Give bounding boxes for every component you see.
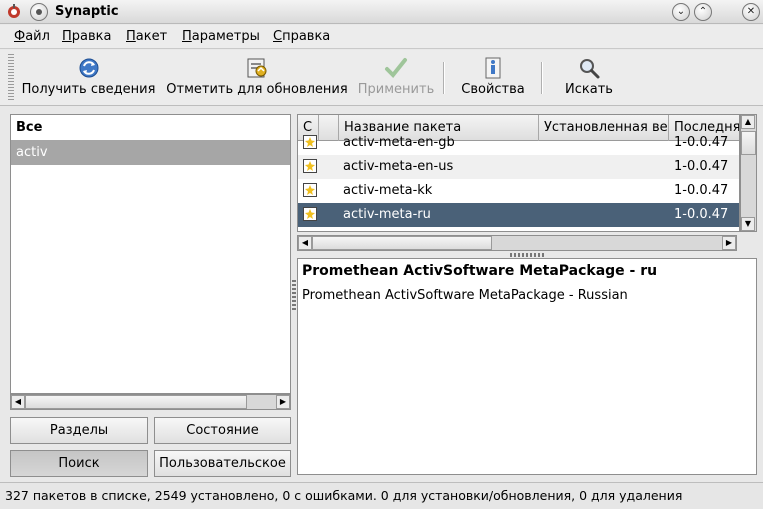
package-description-panel: Promethean ActivSoftware MetaPackage - r… bbox=[297, 258, 757, 475]
reload-button[interactable]: Получить сведения bbox=[20, 54, 157, 102]
scroll-right-arrow-icon[interactable]: ▶ bbox=[276, 395, 290, 409]
package-description-text: Promethean ActivSoftware MetaPackage - R… bbox=[302, 288, 628, 303]
close-button[interactable]: ✕ bbox=[742, 3, 760, 21]
scroll-up-arrow-icon[interactable]: ▲ bbox=[741, 115, 755, 129]
apply-button[interactable]: Применить bbox=[357, 54, 435, 102]
scroll-down-arrow-icon[interactable]: ▼ bbox=[741, 217, 755, 231]
menu-bar: Файл Правка Пакет Параметры Справка bbox=[0, 25, 763, 49]
search-button[interactable]: Искать bbox=[557, 54, 621, 102]
chevron-up-icon: ⌃ bbox=[698, 6, 708, 17]
properties-button[interactable]: Свойства bbox=[455, 54, 531, 102]
filter-list[interactable]: Все activ bbox=[10, 114, 291, 394]
package-table-horizontal-scrollbar[interactable]: ◀ ▶ bbox=[297, 235, 737, 251]
package-status-icon bbox=[303, 135, 317, 149]
package-status-icon bbox=[303, 207, 317, 221]
filter-list-horizontal-scrollbar[interactable]: ◀ ▶ bbox=[10, 394, 291, 410]
scroll-left-arrow-icon[interactable]: ◀ bbox=[298, 236, 312, 250]
table-row[interactable]: activ-meta-en-us 1-0.0.47 bbox=[298, 155, 739, 179]
toolbar: Получить сведения Отметить для обновлени… bbox=[0, 50, 763, 106]
package-description-title: Promethean ActivSoftware MetaPackage - r… bbox=[302, 263, 658, 279]
scrollbar-thumb[interactable] bbox=[312, 236, 492, 250]
window-menu-button[interactable] bbox=[30, 3, 48, 21]
menu-file[interactable]: Файл bbox=[14, 29, 50, 44]
status-text: 327 пакетов в списке, 2549 установлено, … bbox=[5, 488, 683, 503]
checkmark-icon bbox=[385, 58, 407, 78]
scroll-right-arrow-icon[interactable]: ▶ bbox=[722, 236, 736, 250]
status-button[interactable]: Состояние bbox=[154, 417, 291, 444]
properties-icon bbox=[485, 57, 501, 79]
window-title: Synaptic bbox=[55, 4, 119, 19]
refresh-icon bbox=[79, 58, 98, 78]
table-row[interactable]: activ-meta-ru 1-0.0.47 bbox=[298, 203, 739, 227]
menu-help[interactable]: Справка bbox=[273, 29, 330, 44]
mark-upgrades-button[interactable]: Отметить для обновления bbox=[164, 54, 350, 102]
close-icon: ✕ bbox=[746, 6, 756, 17]
scrollbar-thumb[interactable] bbox=[741, 131, 756, 155]
toolbar-grip[interactable] bbox=[8, 54, 14, 102]
package-status-icon bbox=[303, 183, 317, 197]
search-view-button[interactable]: Поиск bbox=[10, 450, 148, 477]
table-row[interactable]: activ-meta-kk 1-0.0.47 bbox=[298, 179, 739, 203]
magnifier-icon bbox=[580, 59, 600, 79]
filter-item-all[interactable]: Все bbox=[11, 115, 290, 140]
pane-splitter-grip[interactable] bbox=[292, 280, 296, 310]
scroll-left-arrow-icon[interactable]: ◀ bbox=[11, 395, 25, 409]
toolbar-separator bbox=[541, 62, 543, 94]
menu-settings[interactable]: Параметры bbox=[182, 29, 260, 44]
title-bar: Synaptic ⌄ ⌃ ✕ bbox=[0, 0, 763, 24]
menu-package[interactable]: Пакет bbox=[126, 29, 167, 44]
mark-upgrades-icon bbox=[247, 58, 267, 78]
minimize-button[interactable]: ⌄ bbox=[672, 3, 690, 21]
filter-item-activ[interactable]: activ bbox=[11, 140, 290, 165]
maximize-button[interactable]: ⌃ bbox=[694, 3, 712, 21]
scrollbar-thumb[interactable] bbox=[25, 395, 247, 409]
package-status-icon bbox=[303, 159, 317, 173]
status-bar: 327 пакетов в списке, 2549 установлено, … bbox=[0, 482, 763, 509]
menu-edit[interactable]: Правка bbox=[62, 29, 111, 44]
synaptic-app-icon bbox=[8, 4, 20, 18]
custom-filters-button[interactable]: Пользовательское bbox=[154, 450, 291, 477]
chevron-down-icon: ⌄ bbox=[676, 6, 686, 17]
package-table[interactable]: С Название пакета Установленная ве После… bbox=[297, 114, 740, 232]
package-table-vertical-scrollbar[interactable]: ▲ ▼ bbox=[740, 114, 757, 232]
table-row[interactable]: activ-meta-en-gb 1-0.0.47 bbox=[298, 131, 739, 155]
sections-button[interactable]: Разделы bbox=[10, 417, 148, 444]
pane-splitter-handle[interactable] bbox=[510, 253, 546, 257]
toolbar-separator bbox=[443, 62, 445, 94]
